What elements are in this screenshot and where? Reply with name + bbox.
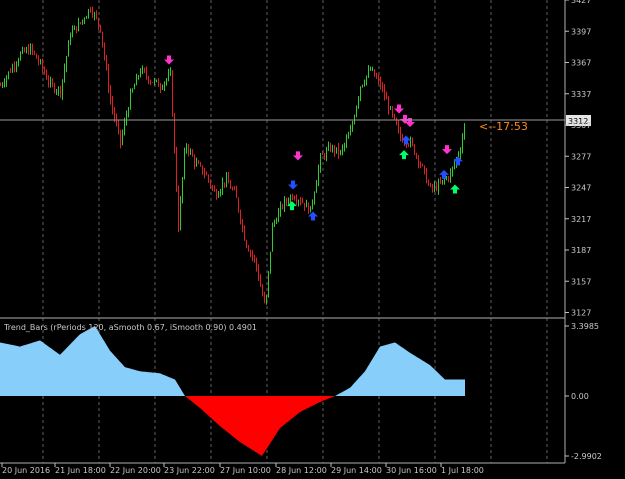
price-tick-label: 3277 (571, 152, 591, 161)
price-tick-label: 3187 (571, 246, 591, 255)
time-axis-ticks: 20 Jun 2016 21 Jun 18:00 22 Jun 20:00 23 Ju… (1, 463, 484, 475)
indicator-title: Trend_Bars (rPeriods 120, aSmooth 0.67, … (3, 323, 257, 332)
time-tick-label: 20 Jun 2016 (2, 466, 50, 475)
time-tick-label: 27 Jun 10:00 (220, 466, 271, 475)
price-tick-label: 3307 (571, 121, 591, 130)
price-tick-label: 3367 (571, 59, 591, 68)
arrow-up-icon (399, 150, 409, 160)
indicator-negative-area (0, 396, 465, 456)
price-tick-label: 3157 (571, 277, 591, 286)
indicator-tick-label: -2.9902 (571, 452, 602, 461)
price-tick-label: 3217 (571, 215, 591, 224)
indicator-histogram (0, 326, 465, 456)
price-axis-ticks: 3427 3397 3367 3337 3307 3277 3247 3217 3187 3157… (565, 0, 591, 318)
time-tick-label: 21 Jun 18:00 (55, 466, 106, 475)
time-tick-label: 22 Jun 20:00 (110, 466, 161, 475)
time-tick-label: 1 Jul 18:00 (441, 466, 484, 475)
time-tick-label: 29 Jun 14:00 (331, 466, 382, 475)
price-tick-label: 3397 (571, 27, 591, 36)
time-tick-label: 30 Jun 16:00 (386, 466, 437, 475)
price-tick-label: 3247 (571, 184, 591, 193)
indicator-tick-label: 0.00 (571, 392, 589, 401)
arrow-down-icon (164, 55, 174, 65)
time-tick-label: 23 Jun 22:00 (164, 466, 215, 475)
chart-canvas[interactable]: 3312 <--17:53 Trend_Bars (rPeriods 120, … (0, 0, 625, 479)
price-tick-label: 3127 (571, 309, 591, 318)
trading-chart[interactable]: 3312 <--17:53 Trend_Bars (rPeriods 120, … (0, 0, 625, 479)
arrow-down-icon (394, 104, 404, 114)
arrow-down-icon (288, 180, 298, 190)
arrow-down-icon (293, 151, 303, 161)
indicator-tick-label: 3.3985 (571, 322, 599, 331)
arrow-up-icon (308, 211, 318, 221)
price-tick-label: 3427 (571, 0, 591, 5)
indicator-axis-ticks: 3.3985 0.00 -2.9902 (565, 322, 602, 461)
time-tick-label: 28 Jun 12:00 (276, 466, 327, 475)
price-tick-label: 3337 (571, 90, 591, 99)
arrow-down-icon (442, 145, 452, 155)
indicator-positive-area (0, 326, 465, 396)
bar-countdown: <--17:53 (479, 120, 528, 133)
signal-arrows (164, 55, 463, 221)
candlestick-series (0, 6, 465, 305)
arrow-up-icon (450, 184, 460, 194)
